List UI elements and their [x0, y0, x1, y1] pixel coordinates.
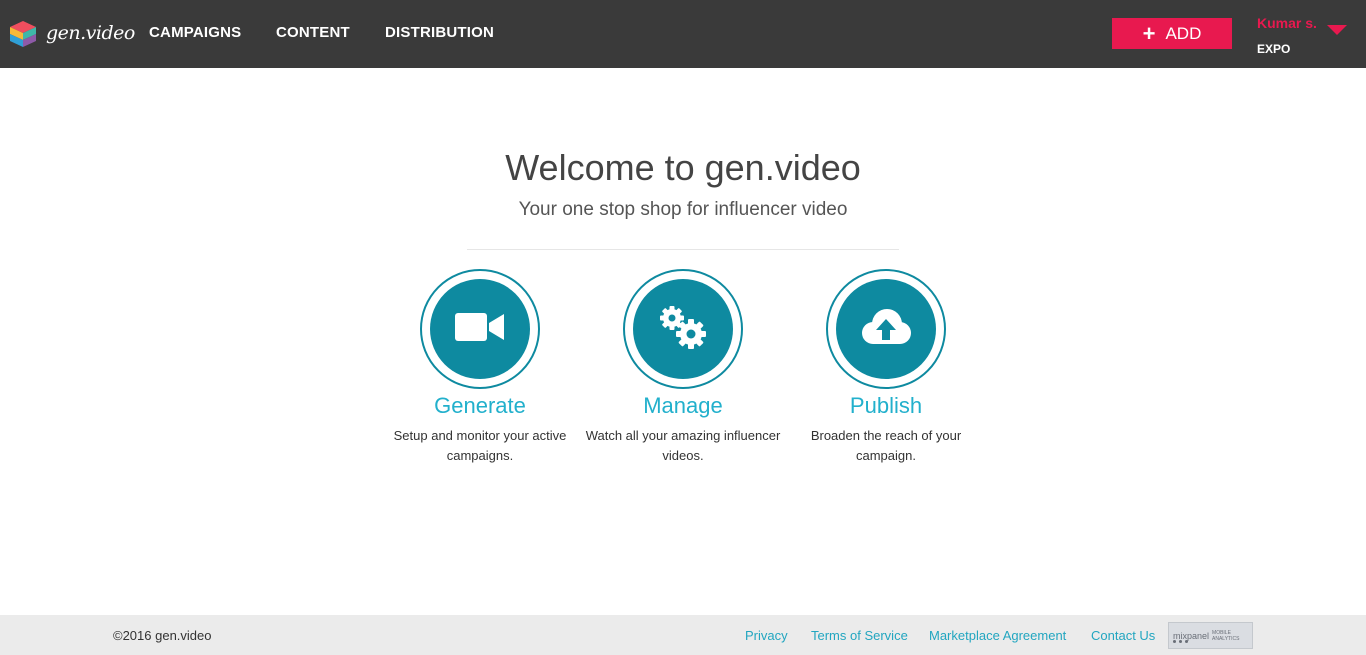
feature-generate-title: Generate — [434, 393, 526, 418]
gears-icon — [656, 304, 710, 355]
footer-link-privacy[interactable]: Privacy — [745, 628, 788, 643]
footer-copyright: ©2016 gen.video — [113, 628, 212, 643]
brand-logo-text: gen.video — [46, 22, 135, 44]
footer-link-marketplace-agreement[interactable]: Marketplace Agreement — [929, 628, 1066, 643]
nav-distribution[interactable]: DISTRIBUTION — [385, 24, 494, 41]
feature-publish-circle[interactable] — [826, 269, 946, 389]
feature-manage-title: Manage — [643, 393, 723, 418]
footer-link-terms[interactable]: Terms of Service — [811, 628, 908, 643]
feature-manage-circle[interactable] — [623, 269, 743, 389]
gen-video-logo-icon — [9, 21, 37, 47]
footer-link-contact[interactable]: Contact Us — [1091, 628, 1155, 643]
feature-publish-description: Broaden the reach of your campaign. — [810, 428, 962, 463]
mixpanel-badge-tagline: MOBILE ANALYTICS — [1212, 629, 1240, 642]
footer: ©2016 gen.video Privacy Terms of Service… — [0, 615, 1366, 655]
mixpanel-dots-icon — [1173, 640, 1188, 643]
cloud-upload-icon — [859, 307, 913, 352]
mixpanel-badge-name: mixpanel — [1173, 630, 1210, 641]
add-button-label: ADD — [1165, 23, 1202, 43]
caret-down-icon[interactable] — [1327, 25, 1347, 35]
feature-generate-circle[interactable] — [420, 269, 540, 389]
add-button[interactable]: + ADD — [1112, 18, 1232, 49]
page-subtitle: Your one stop shop for influencer video — [518, 199, 848, 220]
page-title: Welcome to gen.video — [505, 147, 861, 188]
nav-content[interactable]: CONTENT — [276, 24, 350, 41]
user-menu-name[interactable]: Kumar s. — [1257, 15, 1317, 31]
user-organization: EXPO — [1257, 42, 1291, 56]
mixpanel-badge[interactable]: mixpanel MOBILE ANALYTICS — [1168, 622, 1253, 649]
hero-divider — [467, 249, 899, 250]
feature-manage-description: Watch all your amazing influencer videos… — [585, 428, 781, 463]
nav-campaigns[interactable]: CAMPAIGNS — [149, 24, 241, 41]
video-camera-icon — [454, 311, 506, 348]
feature-publish-title: Publish — [849, 393, 923, 418]
top-navigation-bar: gen.video CAMPAIGNS CONTENT DISTRIBUTION… — [0, 0, 1366, 68]
feature-generate-description: Setup and monitor your active campaigns. — [393, 428, 567, 463]
brand-logo[interactable]: gen.video — [9, 21, 135, 47]
plus-icon: + — [1142, 20, 1156, 46]
